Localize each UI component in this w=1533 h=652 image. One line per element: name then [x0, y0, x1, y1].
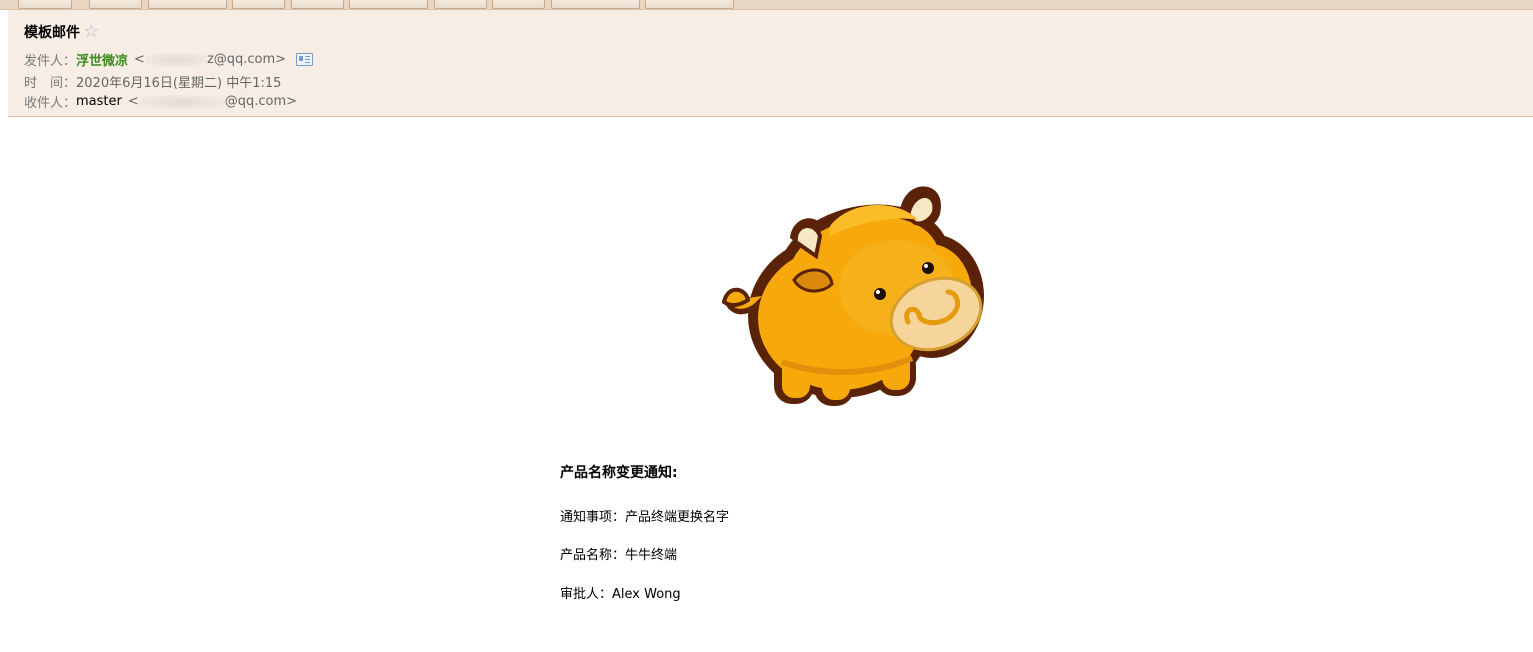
sender-address-open: <: [134, 52, 145, 67]
toolbar-button[interactable]: [645, 0, 734, 9]
toolbar-button[interactable]: [551, 0, 640, 9]
email-subject: 模板邮件: [24, 25, 80, 41]
redacted-address: [138, 94, 225, 109]
toolbar-button[interactable]: [349, 0, 428, 9]
recipient-label: 收件人：: [24, 96, 77, 111]
recipient-name[interactable]: master: [76, 94, 122, 109]
sender-name[interactable]: 浮世微凉: [76, 50, 128, 69]
toolbar-button[interactable]: [232, 0, 285, 9]
contact-card-icon[interactable]: [296, 53, 314, 66]
toolbar-button[interactable]: [291, 0, 344, 9]
notice-content: 产品名称变更通知: 通知事项：产品终端更换名字 产品名称：牛牛终端 审批人：Al…: [560, 462, 729, 602]
email-header: 模板邮件 ☆ 发件人： 浮世微凉 < z@qq.com> 时 间： 2020年6…: [8, 10, 1533, 117]
toolbar-button[interactable]: [492, 0, 545, 9]
email-view: 模板邮件 ☆ 发件人： 浮世微凉 < z@qq.com> 时 间： 2020年6…: [0, 0, 1533, 652]
recipient-row: 收件人： master < @qq.com>: [24, 92, 297, 111]
star-outline-icon[interactable]: ☆: [83, 23, 99, 41]
redacted-address: [144, 52, 207, 67]
time-label: 时 间：: [24, 76, 77, 91]
time-row: 时 间： 2020年6月16日(星期二) 中午1:15: [24, 72, 281, 91]
notice-line-item: 通知事项：产品终端更换名字: [560, 510, 730, 525]
notice-title: 产品名称变更通知:: [560, 465, 678, 481]
recipient-address: @qq.com>: [224, 94, 298, 109]
cow-mascot-image: [722, 186, 984, 406]
sent-time: 2020年6月16日(星期二) 中午1:15: [76, 76, 282, 91]
notice-line-approver: 审批人：Alex Wong: [560, 587, 681, 602]
toolbar: [0, 0, 1533, 10]
sender-row: 发件人： 浮世微凉 < z@qq.com>: [24, 50, 314, 69]
toolbar-button[interactable]: [18, 0, 72, 9]
notice-line-product-name: 产品名称：牛牛终端: [560, 548, 678, 563]
recipient-address-open: <: [127, 94, 139, 109]
sender-address: z@qq.com>: [206, 52, 287, 67]
sender-label: 发件人：: [24, 54, 77, 69]
toolbar-button[interactable]: [434, 0, 487, 9]
toolbar-button[interactable]: [148, 0, 227, 9]
toolbar-button[interactable]: [89, 0, 142, 9]
subject-row: 模板邮件 ☆: [24, 21, 99, 43]
